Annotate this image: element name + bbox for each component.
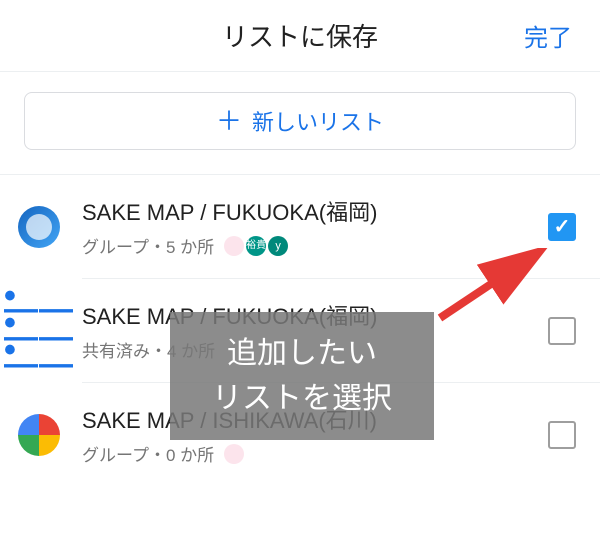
list-row-title: SAKE MAP / FUKUOKA(福岡) xyxy=(82,195,548,227)
list-row-subtitle: グループ・0 か所 xyxy=(82,441,548,466)
list-row[interactable]: SAKE MAP / ISHIKAWA(石川) グループ・0 か所 xyxy=(0,383,600,486)
list-row-title: SAKE MAP / ISHIKAWA(石川) xyxy=(82,403,548,435)
shared-list-icon: •——•——•—— xyxy=(18,310,60,352)
list-row-content: SAKE MAP / ISHIKAWA(石川) グループ・0 か所 xyxy=(82,403,548,466)
collaborator-avatars: 裕貴 y xyxy=(224,236,288,256)
list-checkbox[interactable] xyxy=(548,421,576,449)
list-checkbox[interactable] xyxy=(548,317,576,345)
list-avatar-icon xyxy=(18,206,60,248)
new-list-section: ＋ 新しいリスト xyxy=(0,72,600,175)
list-row[interactable]: •——•——•—— SAKE MAP / FUKUOKA(福岡) 共有済み・4 … xyxy=(0,279,600,382)
collaborator-avatars xyxy=(224,444,244,464)
collaborator-avatar xyxy=(224,236,244,256)
collaborator-avatar: y xyxy=(268,236,288,256)
collaborator-avatar: 裕貴 xyxy=(246,236,266,256)
new-list-label: 新しいリスト xyxy=(252,105,384,137)
saved-lists: SAKE MAP / FUKUOKA(福岡) グループ・5 か所 裕貴 y •—… xyxy=(0,175,600,486)
dialog-header: リストに保存 完了 xyxy=(0,0,600,72)
collaborator-avatar xyxy=(224,444,244,464)
list-row[interactable]: SAKE MAP / FUKUOKA(福岡) グループ・5 か所 裕貴 y xyxy=(0,175,600,278)
done-button[interactable]: 完了 xyxy=(524,18,572,53)
plus-icon: ＋ xyxy=(216,108,242,134)
list-row-title: SAKE MAP / FUKUOKA(福岡) xyxy=(82,299,548,331)
list-row-content: SAKE MAP / FUKUOKA(福岡) 共有済み・4 か所 xyxy=(82,299,548,362)
list-row-subtitle: グループ・5 か所 裕貴 y xyxy=(82,233,548,258)
list-row-subtitle: 共有済み・4 か所 xyxy=(82,337,548,362)
new-list-button[interactable]: ＋ 新しいリスト xyxy=(24,92,576,150)
list-row-content: SAKE MAP / FUKUOKA(福岡) グループ・5 か所 裕貴 y xyxy=(82,195,548,258)
maps-list-icon xyxy=(18,414,60,456)
dialog-title: リストに保存 xyxy=(222,17,378,54)
list-checkbox[interactable] xyxy=(548,213,576,241)
